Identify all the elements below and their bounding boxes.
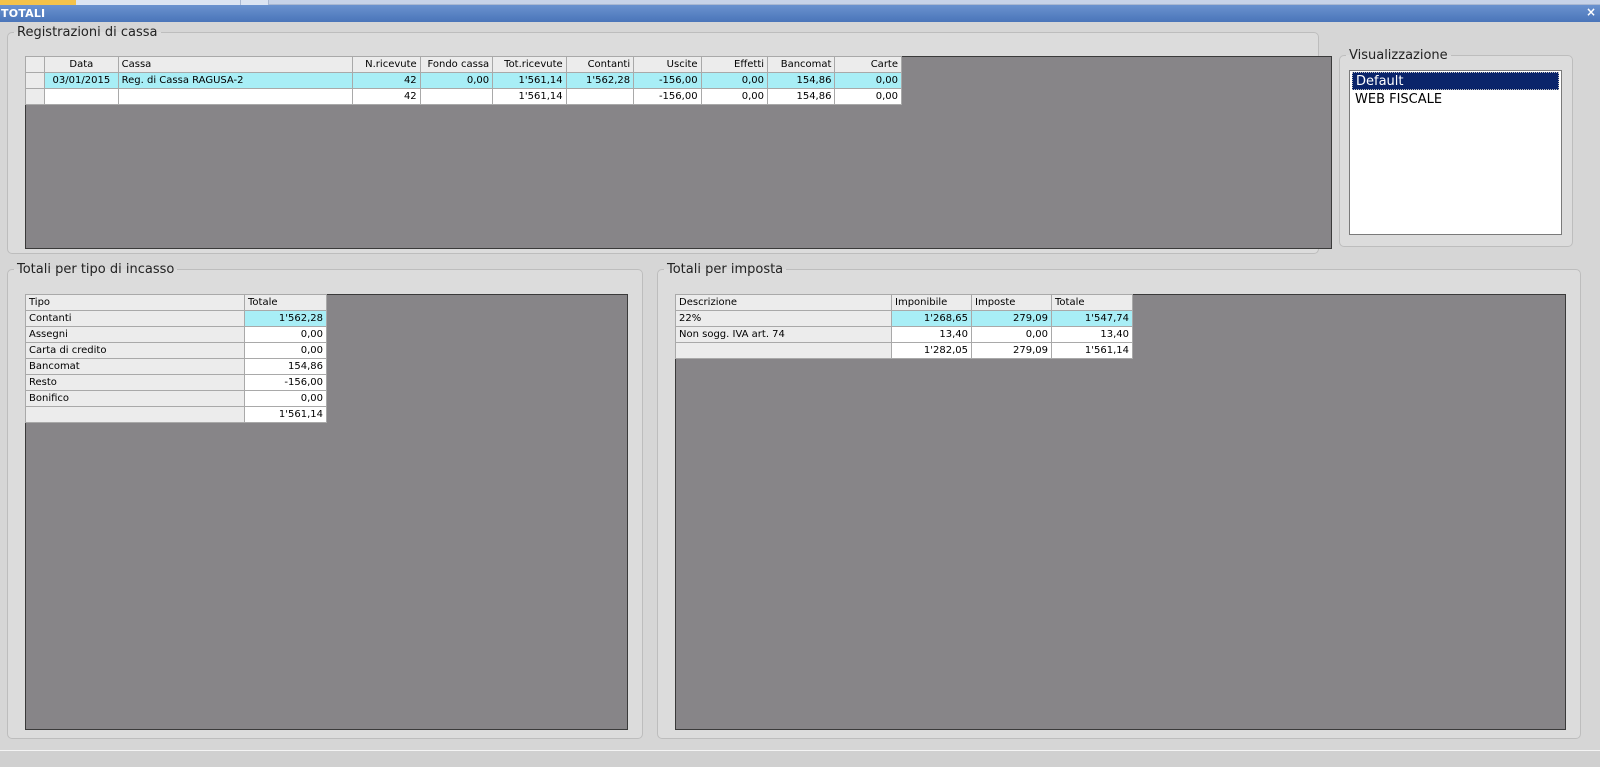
window-title: TOTALI (1, 7, 46, 20)
total-cell (117, 88, 354, 105)
row-selector (24, 88, 46, 105)
totals-row: 42 1'561,14 -156,00 0,00 154,86 0,00 (24, 88, 902, 105)
column-header[interactable]: Carte (834, 56, 902, 73)
column-header[interactable]: Descrizione (675, 294, 892, 311)
table-cell[interactable]: Bonifico (25, 390, 245, 407)
total-cell (25, 406, 245, 423)
table-header-row: Descrizione Imponibile Imposte Totale (675, 294, 1133, 311)
total-cell (44, 88, 119, 105)
table-cell[interactable]: 279,09 (971, 310, 1052, 327)
column-header[interactable]: Cassa (117, 56, 354, 73)
table-cell[interactable]: 154,86 (767, 72, 836, 89)
table-cell[interactable]: 1'561,14 (492, 72, 567, 89)
total-cell: 1'561,14 (1051, 342, 1133, 359)
total-cell (565, 88, 635, 105)
table-cell[interactable]: Bancomat (25, 358, 245, 375)
table-row[interactable]: Bancomat 154,86 (25, 358, 327, 375)
table-cell[interactable]: Reg. di Cassa RAGUSA-2 (117, 72, 354, 89)
column-header[interactable]: Tipo (25, 294, 245, 311)
table-cell[interactable]: 0,00 (419, 72, 494, 89)
table-row[interactable]: 22% 1'268,65 279,09 1'547,74 (675, 310, 1133, 327)
column-header[interactable]: Totale (1051, 294, 1133, 311)
column-header[interactable]: Imposte (971, 294, 1052, 311)
table-row[interactable]: 03/01/2015 Reg. di Cassa RAGUSA-2 42 0,00 1'… (24, 72, 902, 89)
row-selector[interactable] (24, 72, 46, 89)
imposta-legend: Totali per imposta (667, 262, 784, 277)
imposta-grid-area (675, 294, 1566, 730)
table-cell[interactable]: Carta di credito (25, 342, 245, 359)
visualizzazione-option[interactable]: WEB FISCALE (1352, 91, 1559, 109)
table-cell[interactable]: 42 (352, 72, 421, 89)
table-cell[interactable]: 0,00 (244, 342, 327, 359)
table-cell[interactable]: 13,40 (891, 326, 972, 343)
registrazioni-table: Data Cassa N.ricevute Fondo cassa Tot.ricevu… (24, 56, 902, 105)
total-cell (419, 88, 494, 105)
table-cell[interactable]: 1'547,74 (1051, 310, 1133, 327)
column-header[interactable]: N.ricevute (352, 56, 421, 73)
table-cell[interactable]: 1'268,65 (891, 310, 972, 327)
table-header-row: Tipo Totale (25, 294, 327, 311)
table-cell[interactable]: 0,00 (834, 72, 902, 89)
table-cell[interactable]: Contanti (25, 310, 245, 327)
table-cell[interactable]: 1'562,28 (565, 72, 635, 89)
imposta-table: Descrizione Imponibile Imposte Totale 22% 1'… (675, 294, 1133, 359)
total-cell (675, 342, 892, 359)
visualizzazione-legend: Visualizzazione (1349, 48, 1448, 63)
total-cell: 42 (352, 88, 421, 105)
visualizzazione-option[interactable]: Default (1352, 72, 1559, 90)
table-cell[interactable]: 0,00 (971, 326, 1052, 343)
total-cell: 0,00 (834, 88, 902, 105)
table-cell[interactable]: -156,00 (244, 374, 327, 391)
column-header[interactable]: Bancomat (767, 56, 836, 73)
table-row[interactable]: Non sogg. IVA art. 74 13,40 0,00 13,40 (675, 326, 1133, 343)
row-selector-header (24, 56, 46, 73)
total-cell: -156,00 (633, 88, 702, 105)
table-header-row: Data Cassa N.ricevute Fondo cassa Tot.ricevu… (24, 56, 902, 73)
column-header[interactable]: Imponibile (891, 294, 972, 311)
total-cell: 154,86 (767, 88, 836, 105)
table-row[interactable]: Bonifico 0,00 (25, 390, 327, 407)
table-cell[interactable]: 22% (675, 310, 892, 327)
status-bar (0, 750, 1600, 767)
tipo-incasso-legend: Totali per tipo di incasso (17, 262, 175, 277)
table-cell[interactable]: Resto (25, 374, 245, 391)
column-header[interactable]: Data (44, 56, 119, 73)
table-cell[interactable]: 13,40 (1051, 326, 1133, 343)
table-row[interactable]: Resto -156,00 (25, 374, 327, 391)
column-header[interactable]: Fondo cassa (419, 56, 494, 73)
table-cell[interactable]: 03/01/2015 (44, 72, 119, 89)
column-header[interactable]: Effetti (700, 56, 769, 73)
totals-row: 1'561,14 (25, 406, 327, 423)
total-cell: 0,00 (700, 88, 769, 105)
tipo-incasso-table: Tipo Totale Contanti 1'562,28 Assegni 0,00 Ca… (25, 294, 327, 423)
table-cell[interactable]: -156,00 (633, 72, 702, 89)
table-cell[interactable]: 1'562,28 (244, 310, 327, 327)
table-cell[interactable]: 0,00 (244, 326, 327, 343)
total-cell: 1'561,14 (244, 406, 327, 423)
totals-row: 1'282,05 279,09 1'561,14 (675, 342, 1133, 359)
total-cell: 1'561,14 (492, 88, 567, 105)
table-cell[interactable]: 0,00 (700, 72, 769, 89)
visualizzazione-listbox[interactable]: Default WEB FISCALE (1349, 70, 1562, 235)
table-row[interactable]: Carta di credito 0,00 (25, 342, 327, 359)
table-cell[interactable]: 154,86 (244, 358, 327, 375)
table-row[interactable]: Contanti 1'562,28 (25, 310, 327, 327)
column-header[interactable]: Contanti (565, 56, 635, 73)
total-cell: 279,09 (971, 342, 1052, 359)
column-header[interactable]: Tot.ricevute (492, 56, 567, 73)
table-row[interactable]: Assegni 0,00 (25, 326, 327, 343)
table-cell[interactable]: 0,00 (244, 390, 327, 407)
window-title-bar: TOTALI × (0, 5, 1600, 22)
close-icon[interactable]: × (1586, 5, 1596, 19)
column-header[interactable]: Totale (244, 294, 327, 311)
table-cell[interactable]: Non sogg. IVA art. 74 (675, 326, 892, 343)
column-header[interactable]: Uscite (633, 56, 702, 73)
registrazioni-legend: Registrazioni di cassa (17, 25, 158, 40)
table-cell[interactable]: Assegni (25, 326, 245, 343)
total-cell: 1'282,05 (891, 342, 972, 359)
